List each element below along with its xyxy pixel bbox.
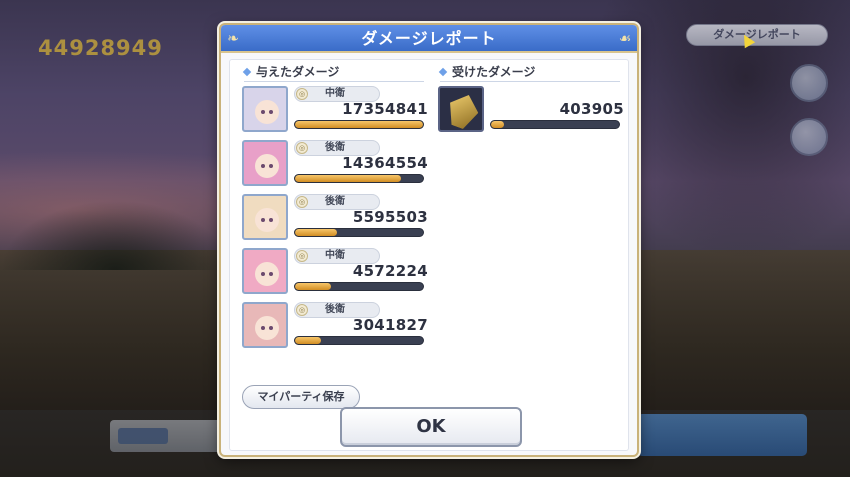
save-my-party-button[interactable]: マイパーティ保存 — [242, 385, 360, 409]
dialog-title: ダメージレポート — [221, 25, 637, 53]
damage-bar-fill — [295, 229, 338, 236]
position-icon: ◎ — [296, 196, 308, 208]
ok-button[interactable]: OK — [340, 407, 522, 447]
title-ornament-icon: ☙ — [618, 31, 632, 47]
damage-bar — [294, 174, 424, 183]
enemy-avatar[interactable] — [438, 86, 484, 132]
diamond-icon — [438, 67, 448, 76]
received-damage-header: 受けたダメージ — [438, 63, 536, 80]
divider — [440, 81, 620, 82]
dealt-damage-row: ◎ 後衛 3041827 — [242, 302, 428, 352]
avatar-face — [255, 316, 279, 340]
damage-bar — [490, 120, 620, 129]
received-damage-label: 受けたダメージ — [452, 65, 536, 79]
dealt-damage-row: ◎ 中衛 4572224 — [242, 248, 428, 298]
dealt-damage-label: 与えたダメージ — [256, 65, 340, 79]
side-menu-button[interactable] — [790, 64, 828, 102]
damage-bar-fill — [295, 283, 331, 290]
avatar-eye — [261, 218, 265, 222]
damage-bar-fill — [295, 337, 321, 344]
avatar-eye — [261, 110, 265, 114]
damage-bar — [294, 336, 424, 345]
title-ornament-icon: ❧ — [227, 31, 239, 47]
dealt-damage-row: ◎ 中衛 17354841 — [242, 86, 428, 136]
damage-value: 5595503 — [352, 208, 428, 226]
position-label: 中衛 — [325, 250, 345, 261]
damage-bar — [294, 228, 424, 237]
position-label: 後衛 — [325, 304, 345, 315]
dealt-damage-row: ◎ 後衛 5595503 — [242, 194, 428, 244]
damage-bar-fill — [491, 121, 504, 128]
position-label: 後衛 — [325, 142, 345, 153]
avatar-eye — [261, 326, 265, 330]
character-avatar[interactable] — [242, 248, 288, 294]
diamond-icon — [242, 67, 252, 76]
avatar-face — [255, 208, 279, 232]
side-skill-button[interactable] — [790, 118, 828, 156]
damage-report-button[interactable]: ダメージレポート — [686, 24, 828, 46]
avatar-eye — [269, 272, 273, 276]
total-score: 44928949 — [38, 36, 163, 60]
divider — [244, 81, 424, 82]
position-icon: ◎ — [296, 88, 308, 100]
character-avatar[interactable] — [242, 302, 288, 348]
damage-value: 14364554 — [342, 154, 428, 172]
dialog-body: 与えたダメージ 受けたダメージ ◎ 中衛 17354841 ◎ 後衛 14364554 ◎ 後… — [229, 59, 629, 451]
damage-bar — [294, 120, 424, 129]
avatar-eye — [269, 110, 273, 114]
avatar-eye — [269, 326, 273, 330]
damage-bar-fill — [295, 121, 423, 128]
position-icon: ◎ — [296, 304, 308, 316]
avatar-face — [255, 100, 279, 124]
enemy-damage-row: 403905 — [438, 86, 624, 136]
position-icon: ◎ — [296, 250, 308, 262]
position-label: 後衛 — [325, 196, 345, 207]
dealt-damage-row: ◎ 後衛 14364554 — [242, 140, 428, 190]
dealt-damage-header: 与えたダメージ — [242, 63, 340, 80]
damage-value: 403905 — [559, 100, 624, 118]
character-avatar[interactable] — [242, 86, 288, 132]
character-avatar[interactable] — [242, 140, 288, 186]
damage-value: 3041827 — [352, 316, 428, 334]
next-button[interactable] — [637, 414, 807, 456]
bottom-left-chip — [118, 428, 168, 444]
avatar-eye — [269, 218, 273, 222]
avatar-eye — [261, 272, 265, 276]
avatar-eye — [261, 164, 265, 168]
damage-value: 17354841 — [342, 100, 428, 118]
position-icon: ◎ — [296, 142, 308, 154]
avatar-face — [255, 154, 279, 178]
avatar-face — [255, 262, 279, 286]
position-label: 中衛 — [325, 88, 345, 99]
damage-value: 4572224 — [352, 262, 428, 280]
avatar-eye — [269, 164, 273, 168]
damage-bar-fill — [295, 175, 402, 182]
damage-report-dialog: ダメージレポート ❧ ☙ 与えたダメージ 受けたダメージ ◎ 中衛 17354841… — [219, 23, 639, 457]
bottom-left-button[interactable] — [110, 420, 222, 452]
hills — [0, 200, 230, 270]
character-avatar[interactable] — [242, 194, 288, 240]
damage-bar — [294, 282, 424, 291]
